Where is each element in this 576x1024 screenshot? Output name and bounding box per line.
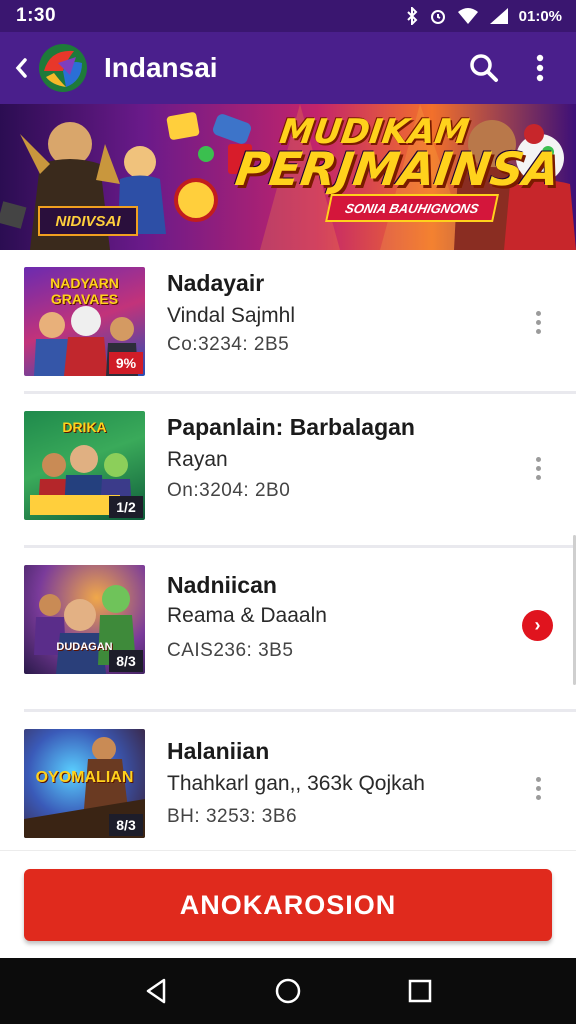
game-thumbnail: DRIKA 1/2 bbox=[24, 411, 145, 520]
game-list: NADYARN GRAVAES 9% Nadayair Vindal Sajmh… bbox=[0, 250, 576, 850]
more-vertical-icon bbox=[535, 456, 541, 462]
item-more-button[interactable] bbox=[526, 448, 550, 488]
more-dot bbox=[535, 785, 541, 791]
thumbnail-caption: DRIKA bbox=[62, 419, 107, 435]
item-subtitle: Rayan bbox=[167, 448, 228, 471]
thumbnail-tag: 8/3 bbox=[109, 814, 143, 836]
nav-home-icon bbox=[275, 978, 301, 1004]
item-open-button[interactable]: › bbox=[522, 610, 553, 641]
item-meta: BH: 3253: 3B6 bbox=[167, 806, 298, 827]
item-subtitle: Vindal Sajmhl bbox=[167, 304, 296, 327]
battery-text: 01:0% bbox=[518, 7, 562, 25]
wifi-icon bbox=[457, 7, 479, 25]
overflow-menu-button[interactable] bbox=[512, 32, 568, 104]
more-vertical-icon bbox=[535, 776, 541, 782]
system-nav-bar bbox=[0, 958, 576, 1024]
promo-banner[interactable]: NIDIVSAI MUDIKAM PERJMAINSA SONIA BAUHIG… bbox=[0, 104, 576, 250]
item-meta: CAIS236: 3B5 bbox=[167, 640, 294, 661]
primary-action-button[interactable]: ANOKAROSION bbox=[24, 869, 552, 941]
list-item[interactable]: NADYARN GRAVAES 9% Nadayair Vindal Sajmh… bbox=[0, 250, 576, 400]
thumbnail-caption: OYOMALIAN bbox=[35, 769, 134, 786]
nav-back-button[interactable] bbox=[131, 966, 181, 1016]
page-title: Indansai bbox=[104, 52, 218, 83]
item-meta: On:3204: 2B0 bbox=[167, 480, 291, 501]
game-thumbnail: NADYARN GRAVAES 9% bbox=[24, 267, 145, 376]
banner-ribbon: SONIA BAUHIGNONS bbox=[325, 194, 499, 222]
item-more-button[interactable] bbox=[526, 768, 550, 808]
more-dot bbox=[535, 328, 541, 334]
thumbnail-tag: 9% bbox=[109, 352, 143, 374]
more-dot bbox=[535, 474, 541, 480]
more-dot bbox=[535, 465, 541, 471]
list-item[interactable]: DRIKA 1/2 Papanlain: Barbalagan Rayan On… bbox=[0, 394, 576, 544]
status-time: 1:30 bbox=[16, 5, 57, 26]
more-vertical-icon bbox=[536, 54, 544, 82]
item-title: Halaniian bbox=[167, 738, 270, 764]
chevron-left-icon bbox=[15, 58, 27, 78]
more-dot bbox=[535, 794, 541, 800]
nav-recents-button[interactable] bbox=[395, 966, 445, 1016]
thumbnail-tag: 8/3 bbox=[109, 650, 143, 672]
alarm-icon bbox=[429, 7, 447, 25]
item-subtitle: Reama & Daaaln bbox=[167, 604, 327, 627]
nav-back-icon bbox=[146, 978, 166, 1004]
item-title: Nadniican bbox=[167, 572, 277, 598]
action-area: ANOKAROSION bbox=[0, 850, 576, 958]
signal-icon bbox=[489, 7, 509, 25]
more-dot bbox=[535, 319, 541, 325]
back-button[interactable] bbox=[6, 32, 36, 104]
list-item[interactable]: DUDAGAN 8/3 Nadniican Reama & Daaaln CAI… bbox=[0, 548, 576, 698]
list-item[interactable]: OYOMALIAN 8/3 Halaniian Thahkarl gan,, 3… bbox=[0, 712, 576, 850]
bluetooth-icon bbox=[405, 7, 419, 25]
item-title: Papanlain: Barbalagan bbox=[167, 414, 415, 440]
banner-badge: NIDIVSAI bbox=[38, 206, 138, 236]
app-screen: 1:30 01:0% Indansai NIDIVSAI MUDIKAM PER… bbox=[0, 0, 576, 1024]
app-logo-icon bbox=[39, 44, 87, 92]
game-thumbnail: OYOMALIAN 8/3 bbox=[24, 729, 145, 838]
app-logo bbox=[36, 41, 90, 95]
more-vertical-icon bbox=[535, 310, 541, 316]
chevron-right-icon: › bbox=[534, 615, 541, 635]
search-button[interactable] bbox=[456, 32, 512, 104]
item-more-button[interactable] bbox=[526, 302, 550, 342]
item-meta: Co:3234: 2B5 bbox=[167, 334, 290, 355]
thumbnail-tag: 1/2 bbox=[109, 496, 143, 518]
nav-home-button[interactable] bbox=[263, 966, 313, 1016]
search-icon bbox=[470, 54, 498, 82]
thumbnail-caption: NADYARN GRAVAES bbox=[50, 275, 119, 308]
nav-recents-icon bbox=[408, 979, 432, 1003]
game-thumbnail: DUDAGAN 8/3 bbox=[24, 565, 145, 674]
banner-title-line2: PERJMAINSA bbox=[232, 142, 564, 196]
item-title: Nadayair bbox=[167, 270, 265, 296]
status-bar: 1:30 01:0% bbox=[0, 0, 576, 32]
app-bar: Indansai bbox=[0, 32, 576, 104]
status-icons: 01:0% bbox=[405, 7, 562, 25]
item-subtitle: Thahkarl gan,, 363k Qojkah bbox=[167, 772, 425, 795]
